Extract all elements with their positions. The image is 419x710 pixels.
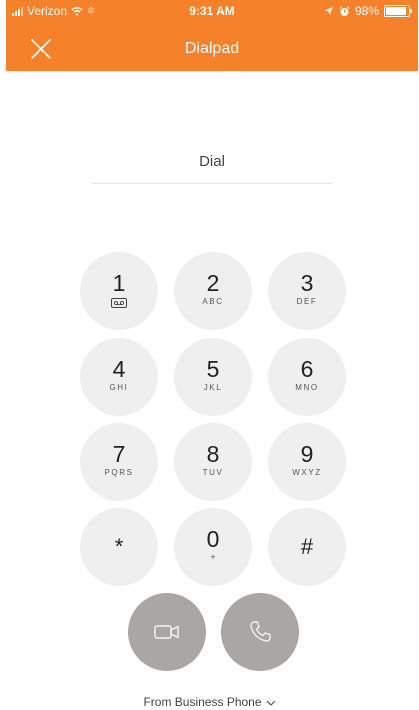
key-9[interactable]: 9 WXYZ (268, 423, 346, 501)
phone-icon (250, 621, 271, 642)
key-letters: MNO (295, 383, 319, 392)
key-7[interactable]: 7 PQRS (80, 423, 158, 501)
from-phone-selector[interactable]: From Business Phone (0, 695, 419, 709)
key-letters: JKL (203, 383, 223, 392)
key-2[interactable]: 2 ABC (174, 252, 252, 330)
page-title: Dialpad (184, 40, 240, 57)
battery-percent: 98% (354, 4, 379, 18)
status-bar: Verizon ✲ 9:31 AM 98% (6, 0, 418, 22)
key-3[interactable]: 3 DEF (268, 252, 346, 330)
key-letters: PQRS (104, 468, 134, 477)
key-letters: ABC (202, 297, 224, 306)
alarm-icon (339, 6, 350, 16)
battery-icon (384, 5, 412, 17)
dial-underline (92, 183, 332, 184)
key-4[interactable]: 4 GHI (80, 338, 158, 416)
video-camera-icon (154, 625, 179, 639)
header-bar: Verizon ✲ 9:31 AM 98% Dialpad (6, 0, 418, 71)
dial-input[interactable]: Dial (92, 153, 332, 170)
key-digit: 9 (300, 441, 314, 467)
key-letters: WXYZ (292, 468, 322, 477)
key-letters: + (210, 552, 216, 562)
key-digit: 5 (206, 356, 220, 382)
voicemail-icon (111, 298, 127, 308)
key-digit: 8 (206, 441, 220, 467)
from-phone-label: From Business Phone (143, 695, 262, 709)
key-digit: * (114, 534, 124, 559)
key-0[interactable]: 0 + (174, 508, 252, 586)
key-letters: TUV (202, 468, 224, 477)
location-arrow-icon (324, 7, 333, 15)
key-1[interactable]: 1 (80, 252, 158, 330)
key-digit: 3 (300, 270, 314, 296)
call-button[interactable] (221, 593, 299, 671)
key-digit: 0 (206, 526, 220, 552)
key-hash[interactable]: # (268, 508, 346, 586)
key-digit: 2 (206, 270, 220, 296)
key-digit: 7 (112, 441, 126, 467)
key-letters: DEF (296, 297, 318, 306)
key-digit: # (300, 534, 314, 559)
key-star[interactable]: * (80, 508, 158, 586)
video-call-button[interactable] (128, 593, 206, 671)
key-6[interactable]: 6 MNO (268, 338, 346, 416)
key-8[interactable]: 8 TUV (174, 423, 252, 501)
key-letters: GHI (109, 383, 129, 392)
key-digit: 1 (112, 270, 126, 296)
key-digit: 6 (300, 356, 314, 382)
chevron-down-icon (266, 700, 275, 706)
key-digit: 4 (112, 356, 126, 382)
key-5[interactable]: 5 JKL (174, 338, 252, 416)
